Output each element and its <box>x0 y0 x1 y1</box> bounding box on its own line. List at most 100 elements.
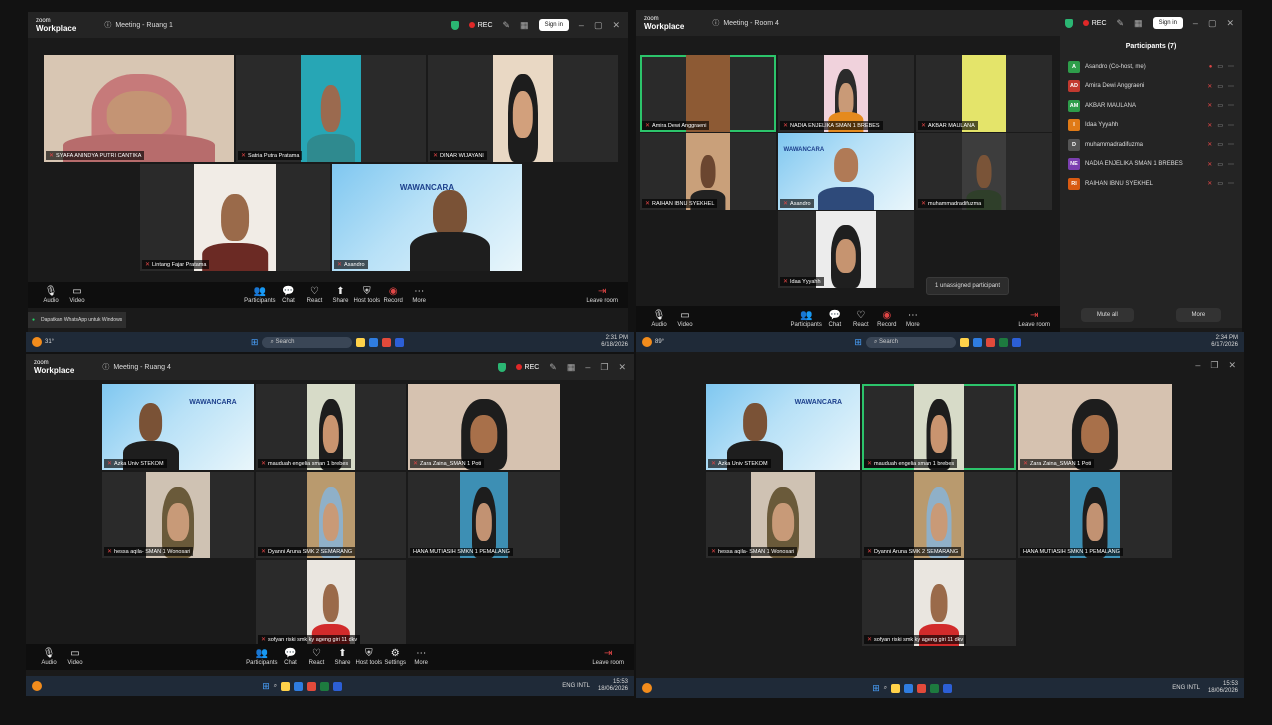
audio-button[interactable]: 🎙 Audio <box>646 310 672 328</box>
share-button[interactable]: ⬆ Share <box>328 286 354 304</box>
participants-button[interactable]: 👥 Participants <box>244 286 275 304</box>
close-button[interactable]: ✕ <box>612 20 620 31</box>
chrome-icon[interactable] <box>917 683 927 693</box>
more-icon[interactable]: ⋯ <box>1228 83 1234 90</box>
participants-button[interactable]: 👥 Participants <box>790 310 821 328</box>
zoom-icon[interactable] <box>333 681 343 691</box>
rec-indicator[interactable]: REC <box>515 364 539 371</box>
maximize-button[interactable]: ▢ <box>594 20 603 31</box>
participant-row[interactable]: NE NADIA ENJELIKA SMAN 1 BREBES ✕ ▭ ⋯ <box>1060 155 1242 175</box>
zoom-icon[interactable] <box>943 683 953 693</box>
windows-start-icon[interactable]: ⊞ <box>262 681 270 692</box>
video-tile[interactable]: ✕ mauduah engelia sman 1 brebes <box>256 384 406 470</box>
camera-icon[interactable]: ▭ <box>1217 102 1223 109</box>
mic-icon[interactable]: ✕ <box>1207 141 1212 148</box>
taskbar-search[interactable]: ⌕ Search <box>865 336 956 348</box>
video-button[interactable]: ▭ Video <box>672 310 698 328</box>
participant-row[interactable]: AM AKBAR MAULANA ✕ ▭ ⋯ <box>1060 96 1242 116</box>
video-tile[interactable]: HANA MUTIASIH SMKN 1 PEMALANG <box>408 472 560 558</box>
audio-button[interactable]: 🎙 Audio <box>38 286 64 304</box>
mic-icon[interactable]: ✕ <box>1207 83 1212 90</box>
edge-icon[interactable] <box>369 337 379 347</box>
edge-icon[interactable] <box>972 337 982 347</box>
video-tile[interactable]: ✕ NADIA ENJELIKA SMAN 1 BREBES <box>778 55 914 132</box>
leave-room-button[interactable]: ⇥ Leave room <box>586 286 618 304</box>
more-icon[interactable]: ⋯ <box>1228 141 1234 148</box>
mic-icon[interactable]: ✕ <box>1207 161 1212 168</box>
more-button[interactable]: ⋯ More <box>408 648 434 666</box>
chrome-icon[interactable] <box>382 337 392 347</box>
camera-icon[interactable]: ▭ <box>1217 63 1223 70</box>
grid-icon[interactable]: ▦ <box>520 20 529 31</box>
windows-start-icon[interactable]: ⊞ <box>251 337 259 348</box>
record-button[interactable]: ◉ Record <box>380 286 406 304</box>
mic-icon[interactable]: ● <box>1209 64 1213 70</box>
info-icon[interactable]: ⓘ <box>102 362 109 372</box>
search-icon[interactable]: ⌕ <box>884 685 887 692</box>
mute-all-button[interactable]: Mute all <box>1080 308 1134 322</box>
participants-button[interactable]: 👥 Participants <box>246 648 277 666</box>
excel-icon[interactable] <box>320 681 330 691</box>
video-button[interactable]: ▭ Video <box>62 648 88 666</box>
participant-row[interactable]: I Idaa Yyyahh ✕ ▭ ⋯ <box>1060 116 1242 136</box>
file-explorer-icon[interactable] <box>891 683 901 693</box>
minimize-button[interactable]: – <box>1195 360 1200 370</box>
excel-icon[interactable] <box>930 683 940 693</box>
edge-icon[interactable] <box>904 683 914 693</box>
weather-icon[interactable] <box>642 683 652 693</box>
react-button[interactable]: ♡ React <box>848 310 874 328</box>
windows-start-icon[interactable]: ⊞ <box>854 337 862 348</box>
weather-icon[interactable] <box>32 681 42 691</box>
audio-button[interactable]: 🎙 Audio <box>36 648 62 666</box>
share-button[interactable]: ⬆ Share <box>330 648 356 666</box>
video-tile[interactable]: ✕ Dyanni Aruna SMK 2 SEMARANG <box>256 472 406 558</box>
camera-icon[interactable]: ▭ <box>1217 180 1223 187</box>
clock[interactable]: 15:53 18/06/2026 <box>1208 681 1238 695</box>
host-tools-button[interactable]: ⛨ Host tools <box>354 286 381 304</box>
chat-button[interactable]: 💬 Chat <box>822 310 848 328</box>
more-icon[interactable]: ⋯ <box>1228 102 1234 109</box>
weather-icon[interactable] <box>642 337 652 347</box>
video-tile[interactable]: ✕ RAIHAN IBNU SYEKHEL <box>640 133 776 210</box>
camera-icon[interactable]: ▭ <box>1217 122 1223 129</box>
video-tile[interactable]: ✕ Satria Putra Pratama <box>236 55 426 162</box>
video-button[interactable]: ▭ Video <box>64 286 90 304</box>
grid-icon[interactable]: ▦ <box>1134 18 1143 29</box>
leave-room-button[interactable]: ⇥ Leave room <box>592 648 624 666</box>
sign-in-button[interactable]: Sign in <box>538 19 569 31</box>
sign-in-button[interactable]: Sign in <box>1152 17 1183 29</box>
zoom-icon[interactable] <box>1011 337 1021 347</box>
video-tile[interactable]: ✕ sofyan riski smk ky ageng giri 11 dkv <box>862 560 1016 646</box>
shield-icon[interactable] <box>1064 18 1073 28</box>
video-tile-active-speaker[interactable]: WAWANCARA ✕ Asandro <box>332 164 522 271</box>
mic-icon[interactable]: ✕ <box>1207 122 1212 129</box>
settings-button[interactable]: ⚙ Settings <box>382 648 408 666</box>
whatsapp-notification[interactable]: ● Dapatkan WhatsApp untuk Windows <box>28 312 127 328</box>
restore-button[interactable]: ❐ <box>600 362 608 373</box>
video-tile[interactable]: HANA MUTIASIH SMKN 1 PEMALANG <box>1018 472 1172 558</box>
react-button[interactable]: ♡ React <box>302 286 328 304</box>
video-tile[interactable]: ✕ Idaa Yyyahh <box>778 211 914 288</box>
pen-icon[interactable]: ✎ <box>503 20 511 31</box>
video-tile[interactable]: ✕ muhammadradifuzma <box>916 133 1052 210</box>
minimize-button[interactable]: – <box>579 20 584 30</box>
info-icon[interactable]: ⓘ <box>104 20 111 30</box>
video-tile[interactable]: ✕ SYAFA ANINDYA PUTRI CANTIKA <box>44 55 234 162</box>
weather-icon[interactable] <box>32 337 42 347</box>
record-button[interactable]: ◉ Record <box>874 310 900 328</box>
camera-icon[interactable]: ▭ <box>1217 161 1223 168</box>
chrome-icon[interactable] <box>985 337 995 347</box>
participant-row[interactable]: A Asandro (Co-host, me) ● ▭ ⋯ <box>1060 57 1242 77</box>
panel-more-button[interactable]: More <box>1175 308 1222 322</box>
video-tile[interactable]: ✕ hessa aqila- SMAN 1 Wonosari <box>102 472 254 558</box>
more-icon[interactable]: ⋯ <box>1228 63 1234 70</box>
pen-icon[interactable]: ✎ <box>549 362 557 373</box>
language-indicator[interactable]: ENG INTL <box>562 683 590 689</box>
video-tile[interactable]: ✕ AKBAR MAULANA <box>916 55 1052 132</box>
close-button[interactable]: ✕ <box>618 362 626 373</box>
taskbar-search[interactable]: ⌕ Search <box>262 336 353 348</box>
video-tile[interactable]: ✕ Zara Zaina_SMAN 1 Poti <box>1018 384 1172 470</box>
more-icon[interactable]: ⋯ <box>1228 161 1234 168</box>
chat-button[interactable]: 💬 Chat <box>278 648 304 666</box>
mic-icon[interactable]: ✕ <box>1207 180 1212 187</box>
